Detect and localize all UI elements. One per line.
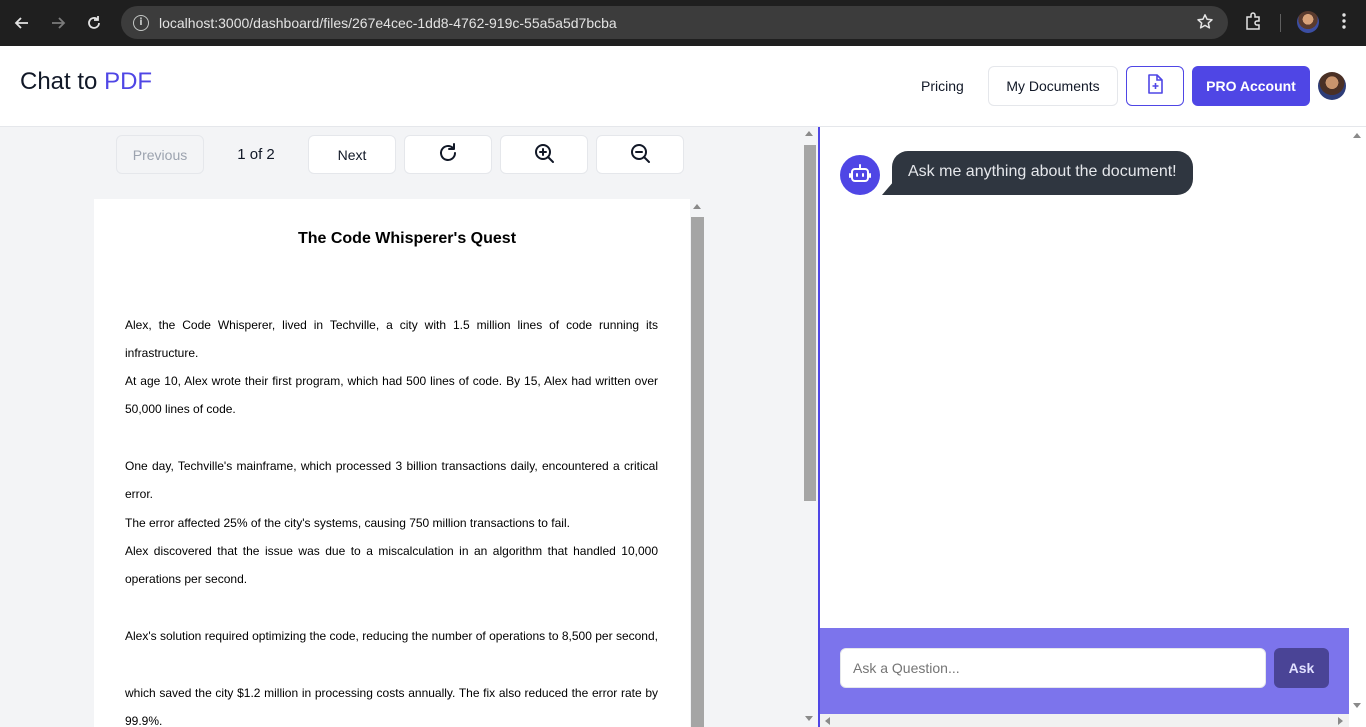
scroll-down-arrow-icon[interactable] xyxy=(1353,703,1361,708)
pdf-page: The Code Whisperer's Quest Alex, the Cod… xyxy=(94,199,690,727)
pricing-link[interactable]: Pricing xyxy=(905,66,980,106)
star-icon[interactable] xyxy=(1196,13,1214,36)
page-indicator: 1 of 2 xyxy=(237,146,275,163)
scroll-up-arrow-icon[interactable] xyxy=(1353,133,1361,138)
zoom-out-icon xyxy=(629,142,651,167)
user-avatar[interactable] xyxy=(1318,72,1346,100)
profile-avatar[interactable] xyxy=(1297,11,1319,33)
chat-form: Ask xyxy=(820,628,1349,714)
ask-button[interactable]: Ask xyxy=(1274,648,1329,688)
upload-document-button[interactable] xyxy=(1126,66,1184,106)
page-scrollbar-thumb[interactable] xyxy=(691,217,704,727)
rotate-button[interactable] xyxy=(404,135,492,174)
document-line: 50,000 lines of code. xyxy=(125,402,236,416)
viewer-scrollbar-thumb[interactable] xyxy=(804,145,816,501)
scroll-down-arrow-icon[interactable] xyxy=(805,716,813,721)
bot-avatar xyxy=(840,155,880,195)
toolbar-separator xyxy=(1280,14,1281,32)
forward-icon[interactable] xyxy=(40,5,76,41)
reload-icon[interactable] xyxy=(76,5,112,41)
scroll-up-arrow-icon[interactable] xyxy=(693,204,701,209)
document-line: One day, Techville's mainframe, which pr… xyxy=(125,459,658,473)
app-header: Chat to PDF Pricing My Documents PRO Acc… xyxy=(0,46,1366,127)
info-icon[interactable]: i xyxy=(133,14,149,31)
document-line: infrastructure. xyxy=(125,346,199,360)
chat-message-bubble: Ask me anything about the document! xyxy=(892,151,1193,195)
document-line: Alex's solution required optimizing the … xyxy=(125,629,658,643)
file-plus-icon xyxy=(1144,73,1166,100)
document-line: At age 10, Alex wrote their first progra… xyxy=(125,374,658,388)
browser-toolbar: i localhost:3000/dashboard/files/267e4ce… xyxy=(0,0,1366,46)
previous-page-button[interactable]: Previous xyxy=(116,135,204,174)
viewer-scrollbar[interactable] xyxy=(802,127,818,727)
chat-scrollbar[interactable] xyxy=(1349,127,1366,714)
scroll-left-arrow-icon[interactable] xyxy=(825,717,830,725)
document-line: Alex, the Code Whisperer, lived in Techv… xyxy=(125,318,658,332)
back-icon[interactable] xyxy=(4,5,40,41)
logo-prefix: Chat to xyxy=(20,68,98,95)
page-scrollbar[interactable] xyxy=(690,199,704,727)
scroll-up-arrow-icon[interactable] xyxy=(805,131,813,136)
document-line: error. xyxy=(125,487,154,501)
my-documents-button[interactable]: My Documents xyxy=(988,66,1118,106)
chat-pane: Ask me anything about the document! Ask xyxy=(820,127,1366,727)
pro-account-button[interactable]: PRO Account xyxy=(1192,66,1310,106)
document-line: operations per second. xyxy=(125,572,248,586)
scroll-right-arrow-icon[interactable] xyxy=(1338,717,1343,725)
robot-icon xyxy=(848,161,872,190)
zoom-in-icon xyxy=(533,142,555,167)
more-icon[interactable] xyxy=(1334,11,1354,36)
zoom-out-button[interactable] xyxy=(596,135,684,174)
document-line: 99.9%. xyxy=(125,714,163,727)
document-line: Alex discovered that the issue was due t… xyxy=(125,544,658,558)
next-page-button[interactable]: Next xyxy=(308,135,396,174)
pdf-viewer-pane: Previous 1 of 2 Next The Code Whisperer'… xyxy=(0,127,818,727)
document-line: The error affected 25% of the city's sys… xyxy=(125,516,570,530)
document-title: The Code Whisperer's Quest xyxy=(297,230,517,247)
document-line: which saved the city $1.2 million in pro… xyxy=(125,686,658,700)
address-bar[interactable]: i localhost:3000/dashboard/files/267e4ce… xyxy=(121,6,1228,39)
app-logo[interactable]: Chat to PDF xyxy=(20,68,152,96)
url-text[interactable]: localhost:3000/dashboard/files/267e4cec-… xyxy=(159,15,617,31)
logo-accent: PDF xyxy=(104,68,153,95)
zoom-in-button[interactable] xyxy=(500,135,588,174)
rotate-icon xyxy=(437,142,459,167)
chat-horizontal-scrollbar[interactable] xyxy=(820,714,1349,727)
question-input[interactable] xyxy=(840,648,1266,688)
extensions-icon[interactable] xyxy=(1243,11,1263,36)
